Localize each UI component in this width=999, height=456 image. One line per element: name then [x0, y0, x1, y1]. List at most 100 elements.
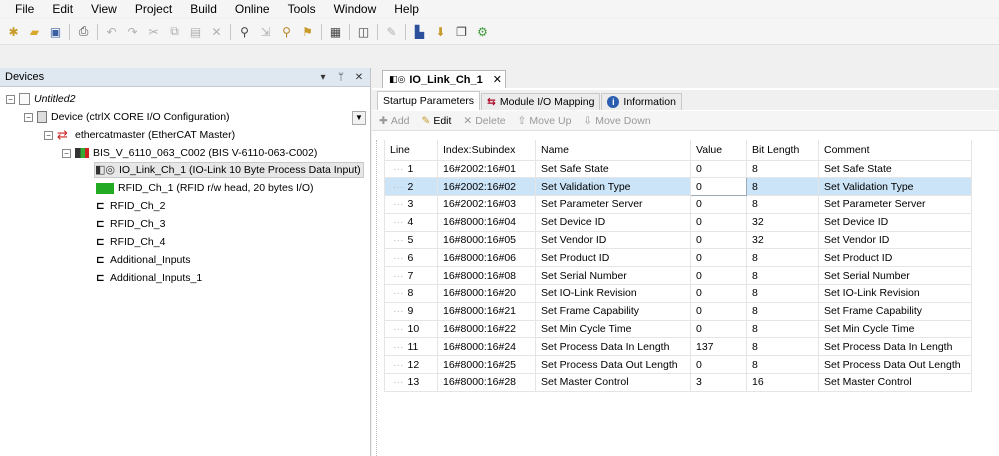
table-row[interactable]: ··· 9 16#8000:16#21 Set Frame Capability 0 8 S… — [384, 301, 972, 321]
column-header-comment[interactable]: Comment — [818, 140, 972, 161]
find-icon[interactable]: ⚲ — [236, 23, 253, 40]
value-cell[interactable]: 0 — [690, 230, 747, 250]
table-row[interactable]: ··· 10 16#8000:16#22 Set Min Cycle Time 0 8 Se… — [384, 319, 972, 339]
tab-startup-parameters[interactable]: Startup Parameters — [377, 91, 481, 110]
column-header-bit-length[interactable]: Bit Length — [746, 140, 819, 161]
tree-node-io-link-ch1[interactable]: ◧◎ IO_Link_Ch_1 (IO-Link 10 Byte Process… — [94, 162, 364, 178]
close-icon[interactable]: ✕ — [352, 72, 366, 83]
column-header-index[interactable]: Index:Subindex — [437, 140, 536, 161]
collapse-icon[interactable]: − — [6, 94, 15, 104]
value-cell[interactable]: 137 — [690, 337, 747, 357]
menu-build[interactable]: Build — [181, 0, 226, 18]
open-project-icon[interactable]: ▰ — [26, 23, 43, 40]
tree-node-label: RFID_Ch_2 — [110, 200, 166, 212]
paste-icon[interactable]: ▤ — [187, 23, 204, 40]
delete-icon[interactable]: ✕ — [208, 23, 225, 40]
comment-cell: Set Serial Number — [818, 266, 972, 286]
table-row[interactable]: ··· 5 16#8000:16#05 Set Vendor ID 0 32 Set Ven… — [384, 230, 972, 250]
menu-help[interactable]: Help — [385, 0, 428, 18]
menu-file[interactable]: File — [6, 0, 43, 18]
bit-length-cell: 8 — [746, 337, 819, 357]
line-number: 13 — [407, 376, 420, 389]
print-icon[interactable]: ⎙ — [75, 23, 92, 40]
value-cell[interactable]: 3 — [690, 373, 747, 392]
value-cell[interactable]: 0 — [690, 284, 747, 303]
move-down-button[interactable]: ⇩ Move Down — [583, 115, 650, 127]
replace-icon[interactable]: ⚲ — [278, 23, 295, 40]
find-next-icon[interactable]: ⇲ — [257, 23, 274, 40]
table-row[interactable]: ··· 8 16#8000:16#20 Set IO-Link Revision 0 8 S… — [384, 284, 972, 303]
table-row[interactable]: ··· 6 16#8000:16#06 Set Product ID 0 8 Set Pro… — [384, 248, 972, 268]
column-header-name[interactable]: Name — [535, 140, 691, 161]
table-row[interactable]: ··· 13 16#8000:16#28 Set Master Control 3 16 S… — [384, 373, 972, 392]
table-row[interactable]: ··· 4 16#8000:16#04 Set Device ID 0 32 Set Dev… — [384, 212, 972, 232]
table-row[interactable]: ··· 3 16#2002:16#03 Set Parameter Server 0 8 S… — [384, 195, 972, 214]
bookmark-icon[interactable]: ⚑ — [299, 23, 316, 40]
online-config-icon[interactable]: ⚙ — [474, 23, 491, 40]
collapse-icon[interactable]: − — [24, 112, 33, 122]
table-row[interactable]: ··· 1 16#2002:16#01 Set Safe State 0 8 Set Saf… — [384, 159, 972, 179]
redo-icon[interactable]: ↷ — [124, 23, 141, 40]
tab-information[interactable]: i Information — [601, 93, 682, 110]
properties-icon[interactable]: ◫ — [355, 23, 372, 40]
value-cell[interactable]: 0 — [690, 159, 747, 179]
menu-project[interactable]: Project — [126, 0, 181, 18]
collapse-icon[interactable]: − — [44, 130, 53, 140]
menu-edit[interactable]: Edit — [43, 0, 82, 18]
tree-node-rfid-ch2[interactable]: ⊏ RFID_Ch_2 — [96, 198, 165, 214]
panel-menu-icon[interactable]: ▾ — [316, 72, 330, 83]
build-icon[interactable]: ✎ — [383, 23, 400, 40]
tree-dropdown-icon[interactable]: ▼ — [352, 111, 366, 125]
value-cell[interactable]: 0 — [690, 212, 747, 232]
collapse-icon[interactable]: − — [62, 148, 71, 158]
pin-icon[interactable]: ᛘ — [334, 72, 348, 83]
tree-node-bis-module[interactable]: − BIS_V_6110_063_C002 (BIS V-6110-063-C0… — [62, 145, 317, 161]
tree-node-ethercat-master[interactable]: − ⇄ ethercatmaster (EtherCAT Master) — [44, 127, 235, 143]
project-icon — [19, 93, 30, 105]
tree-node-additional-inputs-1[interactable]: ⊏ Additional_Inputs_1 — [96, 270, 202, 286]
value-cell[interactable]: 0 — [690, 195, 747, 214]
download-icon[interactable]: ⬇ — [432, 23, 449, 40]
select-all-icon[interactable]: ▦ — [327, 23, 344, 40]
menu-tools[interactable]: Tools — [279, 0, 325, 18]
tab-module-io-mapping[interactable]: ⇆ Module I/O Mapping — [481, 93, 601, 110]
simulate-icon[interactable]: ❐ — [453, 23, 470, 40]
tree-node-rfid-ch4[interactable]: ⊏ RFID_Ch_4 — [96, 234, 165, 250]
tree-node-rfid-ch3[interactable]: ⊏ RFID_Ch_3 — [96, 216, 165, 232]
cut-icon[interactable]: ✂ — [145, 23, 162, 40]
close-tab-icon[interactable]: ✕ — [493, 73, 502, 86]
parameter-actions: ✚ Add ✎ Edit ✕ Delete ⇧ Move Up ⇩ Move Down — [372, 111, 999, 131]
column-header-value[interactable]: Value — [690, 140, 747, 161]
add-button[interactable]: ✚ Add — [379, 115, 410, 127]
comment-cell: Set Validation Type — [818, 177, 972, 197]
value-cell[interactable]: 0 — [690, 301, 747, 321]
menu-view[interactable]: View — [82, 0, 126, 18]
edit-button[interactable]: ✎ Edit — [422, 115, 452, 127]
table-row[interactable]: ··· 2 16#2002:16#02 Set Validation Type 0 8 Se… — [384, 177, 972, 197]
table-row[interactable]: ··· 11 16#8000:16#24 Set Process Data In Le… — [384, 337, 972, 357]
tree-node-rfid-ch1[interactable]: RFID_Ch_1 (RFID r/w head, 20 bytes I/O) — [96, 180, 313, 196]
menu-window[interactable]: Window — [325, 0, 386, 18]
tree-node-device[interactable]: − Device (ctrlX CORE I/O Configuration) — [24, 109, 230, 125]
value-cell[interactable]: 0 — [690, 266, 747, 286]
undo-icon[interactable]: ↶ — [103, 23, 120, 40]
mapping-icon: ⇆ — [487, 96, 496, 108]
menu-online[interactable]: Online — [226, 0, 279, 18]
value-cell[interactable]: 0 — [690, 248, 747, 268]
table-row[interactable]: ··· 12 16#8000:16#25 Set Process Data Out L… — [384, 355, 972, 375]
delete-button[interactable]: ✕ Delete — [463, 115, 505, 127]
save-project-icon[interactable]: ▣ — [47, 23, 64, 40]
document-tab[interactable]: ◧◎ IO_Link_Ch_1 ✕ — [382, 70, 506, 88]
login-icon[interactable]: ▙ — [411, 23, 428, 40]
column-header-line[interactable]: Line — [384, 140, 438, 161]
move-up-button[interactable]: ⇧ Move Up — [518, 115, 572, 127]
copy-icon[interactable]: ⧉ — [166, 23, 183, 40]
tree-node-additional-inputs[interactable]: ⊏ Additional_Inputs — [96, 252, 191, 268]
tree-node-project[interactable]: − Untitled2 — [6, 91, 75, 107]
value-cell[interactable]: 0 — [690, 319, 747, 339]
table-row[interactable]: ··· 7 16#8000:16#08 Set Serial Number 0 8 Set … — [384, 266, 972, 286]
devices-panel-title: Devices — [5, 71, 45, 83]
value-cell[interactable]: 0 — [690, 355, 747, 375]
new-project-icon[interactable]: ✱ — [5, 23, 22, 40]
value-cell[interactable]: 0 — [690, 177, 747, 197]
